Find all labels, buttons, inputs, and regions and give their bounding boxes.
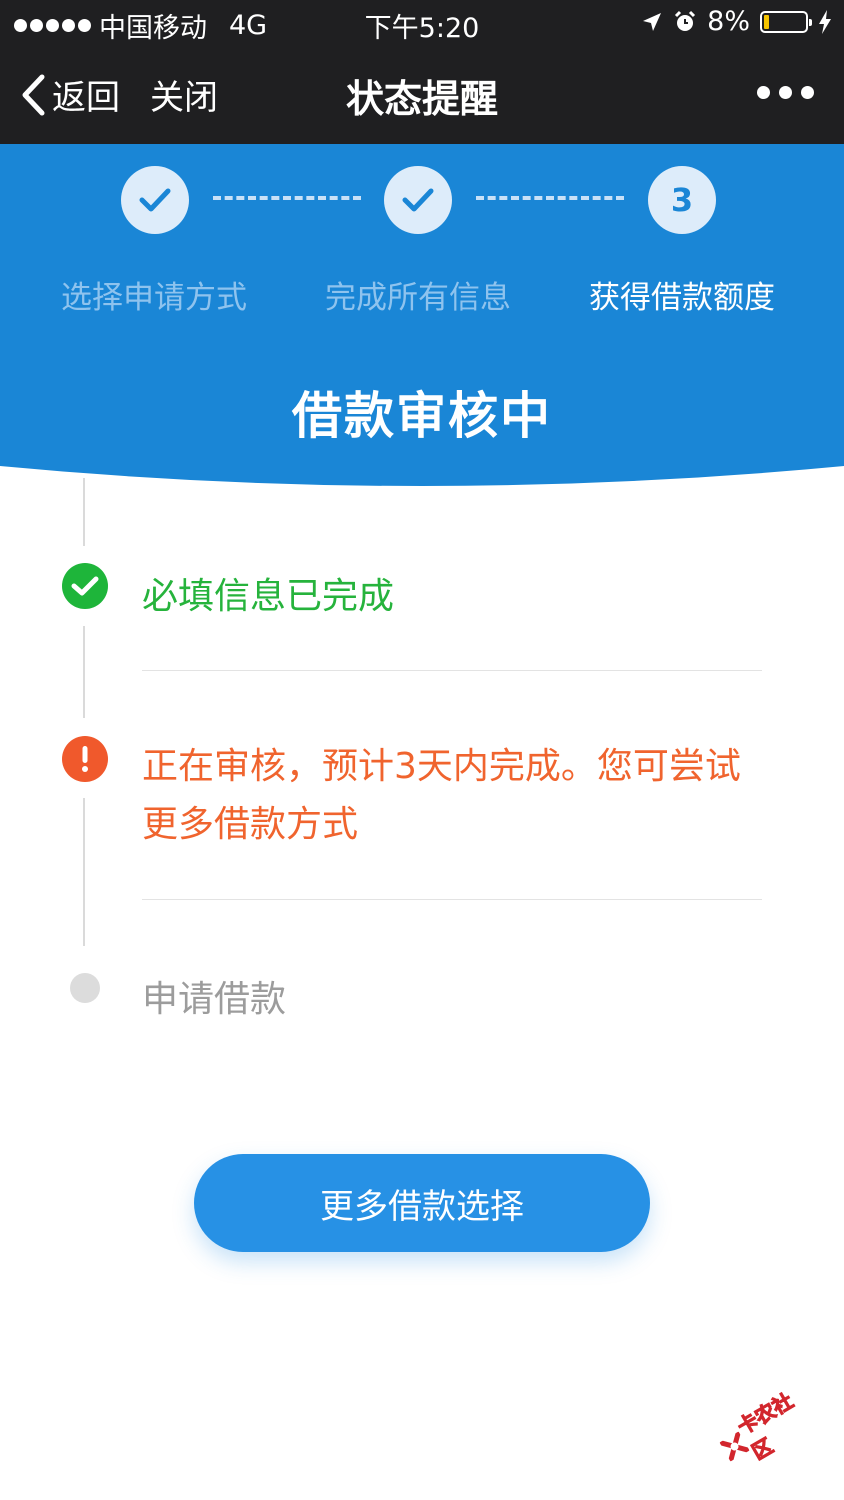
more-loan-options-button[interactable]: 更多借款选择 xyxy=(194,1154,650,1252)
step-connector-1 xyxy=(213,196,361,200)
success-check-icon xyxy=(62,563,108,609)
close-button[interactable]: 关闭 xyxy=(150,70,218,119)
back-label: 返回 xyxy=(52,78,120,118)
step-2-label: 完成所有信息 xyxy=(325,280,511,316)
pending-dot-icon xyxy=(70,973,100,1003)
back-button[interactable]: 返回 xyxy=(20,70,120,119)
divider xyxy=(142,899,762,900)
timeline-item-complete: 必填信息已完成 xyxy=(142,576,395,617)
step-connector-2 xyxy=(476,196,624,200)
navigation-bar: 返回 关闭 状态提醒 xyxy=(0,46,844,144)
alarm-icon xyxy=(675,10,696,31)
timeline-connector xyxy=(83,798,85,946)
timeline-connector xyxy=(83,478,85,546)
step-1-done-icon xyxy=(121,166,189,234)
step-3-label: 获得借款额度 xyxy=(589,280,775,316)
battery-icon xyxy=(760,10,812,33)
location-icon xyxy=(643,12,662,31)
checkmark-icon xyxy=(402,188,434,212)
timeline-item-reviewing: 正在审核，预计3天内完成。您可尝试更多借款方式 xyxy=(142,746,741,845)
status-bar: 中国移动 4G 下午5:20 8% xyxy=(0,0,844,46)
community-watermark: 卡农社区 xyxy=(710,1376,827,1478)
step-2-done-icon xyxy=(384,166,452,234)
step-1-label: 选择申请方式 xyxy=(61,280,247,316)
page-title: 状态提醒 xyxy=(345,77,498,121)
timeline-connector xyxy=(83,626,85,718)
battery-percent: 8% xyxy=(707,6,750,37)
chevron-left-icon xyxy=(22,74,45,115)
charging-icon xyxy=(819,9,831,34)
step-3-current: 3 xyxy=(648,166,716,234)
progress-header: 3 选择申请方式 完成所有信息 获得借款额度 借款审核中 xyxy=(0,144,844,494)
checkmark-icon xyxy=(139,188,171,212)
status-heading: 借款审核中 xyxy=(292,387,552,445)
timeline-item-apply: 申请借款 xyxy=(142,979,287,1020)
divider xyxy=(142,670,762,671)
step-3-number: 3 xyxy=(670,181,694,219)
more-options-icon[interactable] xyxy=(757,86,814,99)
warning-exclamation-icon xyxy=(62,736,108,782)
